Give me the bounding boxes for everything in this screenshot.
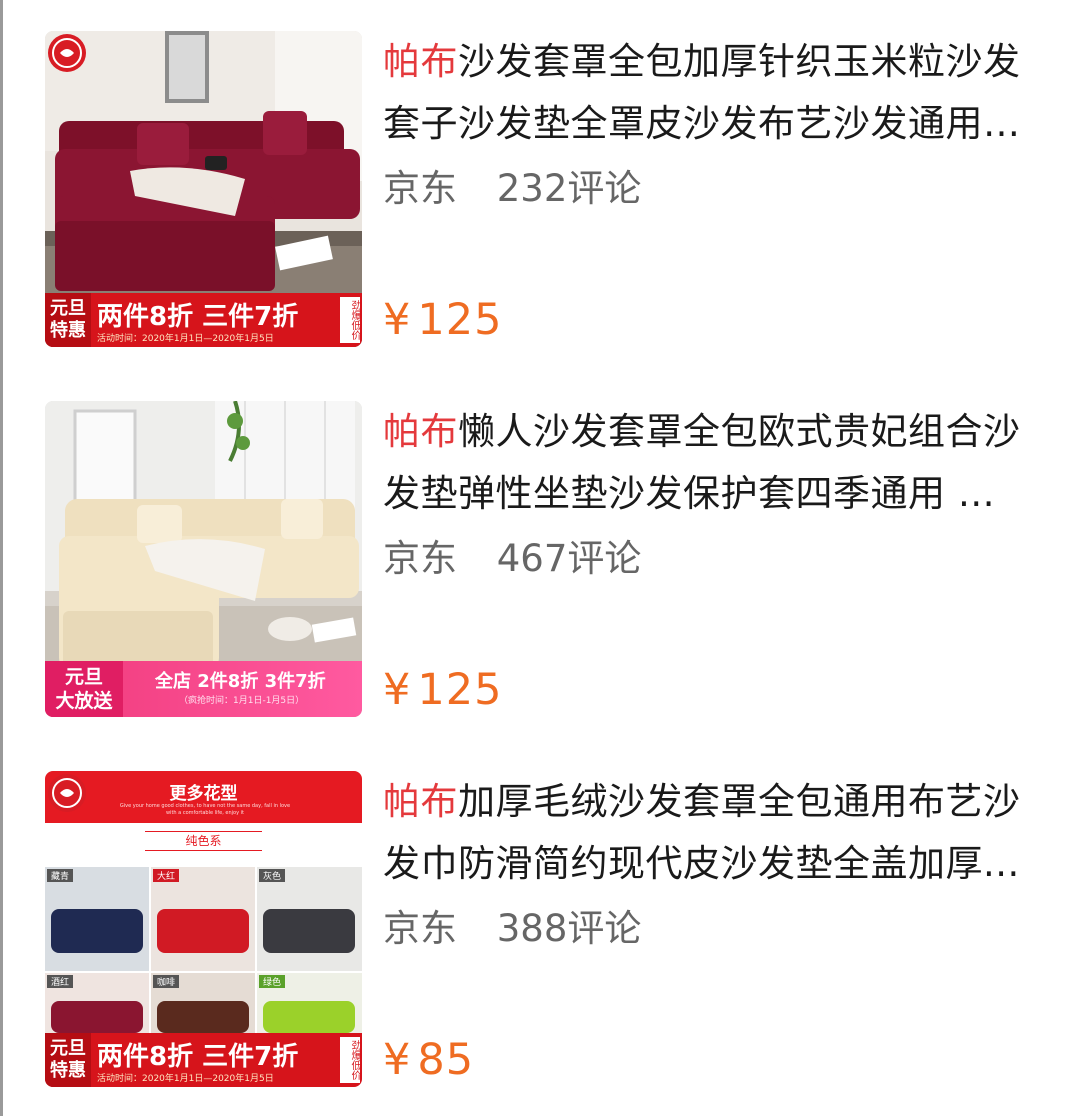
promo-sub-text: 活动时间：2020年1月1日—2020年1月5日: [97, 1074, 274, 1084]
product-list: 元旦 特惠 两件8折 三件7折 活动时间：2020年1月1日—2020年1月5日…: [0, 0, 1080, 1116]
product-card[interactable]: 更多花型 Give your home good clothes, to hav…: [0, 771, 1080, 1087]
promo-banner: 元旦 特惠 两件8折 三件7折 活动时间：2020年1月1日—2020年1月5日…: [45, 293, 362, 347]
promo-tag-bottom: 特惠: [50, 320, 86, 341]
swatch-label: 酒红: [47, 975, 74, 988]
product-info: 帕布加厚毛绒沙发套罩全包通用布艺沙 发巾防滑简约现代皮沙发垫全盖加厚... 京东…: [383, 771, 1033, 1087]
swatch: 灰色: [257, 867, 362, 971]
brand-logo-icon: [48, 774, 86, 812]
product-title[interactable]: 帕布懒人沙发套罩全包欧式贵妃组合沙 发垫弹性坐垫沙发保护套四季通用 提...: [383, 401, 1033, 525]
product-title[interactable]: 帕布加厚毛绒沙发套罩全包通用布艺沙 发巾防滑简约现代皮沙发垫全盖加厚...: [383, 771, 1033, 895]
promo-tag-bottom: 大放送: [55, 690, 113, 712]
review-count: 232评论: [496, 167, 642, 210]
price-value: 125: [417, 665, 503, 715]
section-label: 纯色系: [145, 831, 262, 851]
source-label: 京东: [383, 907, 457, 950]
product-title[interactable]: 帕布沙发套罩全包加厚针织玉米粒沙发 套子沙发垫全罩皮沙发布艺沙发通用 ...: [383, 31, 1033, 155]
brand-name: 帕布: [383, 780, 458, 823]
promo-banner: 元旦 特惠 两件8折 三件7折 活动时间：2020年1月1日—2020年1月5日…: [45, 1033, 362, 1087]
promo-banner: 元旦 大放送 全店 2件8折 3件7折 （疯抢时间：1月1日-1月5日）: [45, 661, 362, 717]
swatch-label: 藏青: [47, 869, 74, 882]
promo-side-tag: 劲爆低价: [340, 1037, 360, 1083]
image-header-title: 更多花型: [169, 784, 238, 804]
price-value: 125: [417, 295, 503, 345]
brand-name: 帕布: [383, 40, 458, 83]
product-image[interactable]: 元旦 特惠 两件8折 三件7折 活动时间：2020年1月1日—2020年1月5日…: [45, 31, 362, 347]
review-count: 388评论: [496, 907, 642, 950]
product-price: ¥85: [383, 1035, 474, 1085]
swatch-label: 灰色: [259, 869, 286, 882]
swatch: 酒红: [45, 973, 149, 1033]
title-line-2: 发垫弹性坐垫沙发保护套四季通用 提...: [383, 472, 1028, 515]
swatch-label: 绿色: [259, 975, 286, 988]
source-label: 京东: [383, 167, 457, 210]
product-card[interactable]: 元旦 特惠 两件8折 三件7折 活动时间：2020年1月1日—2020年1月5日…: [0, 31, 1080, 347]
product-price: ¥125: [383, 665, 502, 715]
product-card[interactable]: 元旦 大放送 全店 2件8折 3件7折 （疯抢时间：1月1日-1月5日） 帕布懒…: [0, 401, 1080, 717]
image-header: 更多花型 Give your home good clothes, to hav…: [45, 771, 362, 823]
swatch-label: 大红: [153, 869, 180, 882]
title-line-1: 懒人沙发套罩全包欧式贵妃组合沙: [458, 410, 1021, 453]
review-count: 467评论: [496, 537, 642, 580]
swatch-row-top: 藏青 大红 灰色: [45, 867, 362, 971]
product-image[interactable]: 元旦 大放送 全店 2件8折 3件7折 （疯抢时间：1月1日-1月5日）: [45, 401, 362, 717]
promo-side-tag: 劲爆低价: [340, 297, 360, 343]
promo-tag-top: 元旦: [50, 298, 86, 319]
product-info: 帕布懒人沙发套罩全包欧式贵妃组合沙 发垫弹性坐垫沙发保护套四季通用 提... 京…: [383, 401, 1033, 717]
swatch: 绿色: [257, 973, 362, 1033]
promo-tag-bottom: 特惠: [50, 1060, 86, 1081]
price-value: 85: [417, 1035, 475, 1085]
promo-main-text: 全店 2件8折 3件7折: [155, 671, 326, 692]
product-meta: 京东 232评论: [383, 159, 1033, 219]
swatch: 藏青: [45, 867, 149, 971]
promo-main-text: 两件8折 三件7折: [97, 1042, 299, 1072]
currency-symbol: ¥: [383, 665, 412, 715]
currency-symbol: ¥: [383, 1035, 412, 1085]
source-label: 京东: [383, 537, 457, 580]
promo-tag-top: 元旦: [64, 666, 103, 688]
swatch-label: 咖啡: [153, 975, 180, 988]
swatch-row-bottom: 酒红 咖啡 绿色: [45, 973, 362, 1033]
promo-tag-top: 元旦: [50, 1038, 86, 1059]
product-info: 帕布沙发套罩全包加厚针织玉米粒沙发 套子沙发垫全罩皮沙发布艺沙发通用 ... 京…: [383, 31, 1033, 347]
promo-main-text: 两件8折 三件7折: [97, 302, 299, 332]
product-meta: 京东 467评论: [383, 529, 1033, 589]
title-line-1: 沙发套罩全包加厚针织玉米粒沙发: [458, 40, 1021, 83]
product-price: ¥125: [383, 295, 502, 345]
currency-symbol: ¥: [383, 295, 412, 345]
image-header-sub: Give your home good clothes, to have not…: [119, 803, 291, 816]
promo-sub-text: 活动时间：2020年1月1日—2020年1月5日: [97, 334, 274, 344]
promo-sub-text: （疯抢时间：1月1日-1月5日）: [179, 696, 305, 706]
swatch: 大红: [151, 867, 255, 971]
product-image[interactable]: 更多花型 Give your home good clothes, to hav…: [45, 771, 362, 1087]
title-line-1: 加厚毛绒沙发套罩全包通用布艺沙: [458, 780, 1021, 823]
title-line-2: 发巾防滑简约现代皮沙发垫全盖加厚...: [383, 842, 1020, 885]
title-line-2: 套子沙发垫全罩皮沙发布艺沙发通用 ...: [383, 102, 1028, 145]
brand-name: 帕布: [383, 410, 458, 453]
brand-logo-icon: [48, 34, 86, 72]
swatch: 咖啡: [151, 973, 255, 1033]
product-meta: 京东 388评论: [383, 899, 1033, 959]
